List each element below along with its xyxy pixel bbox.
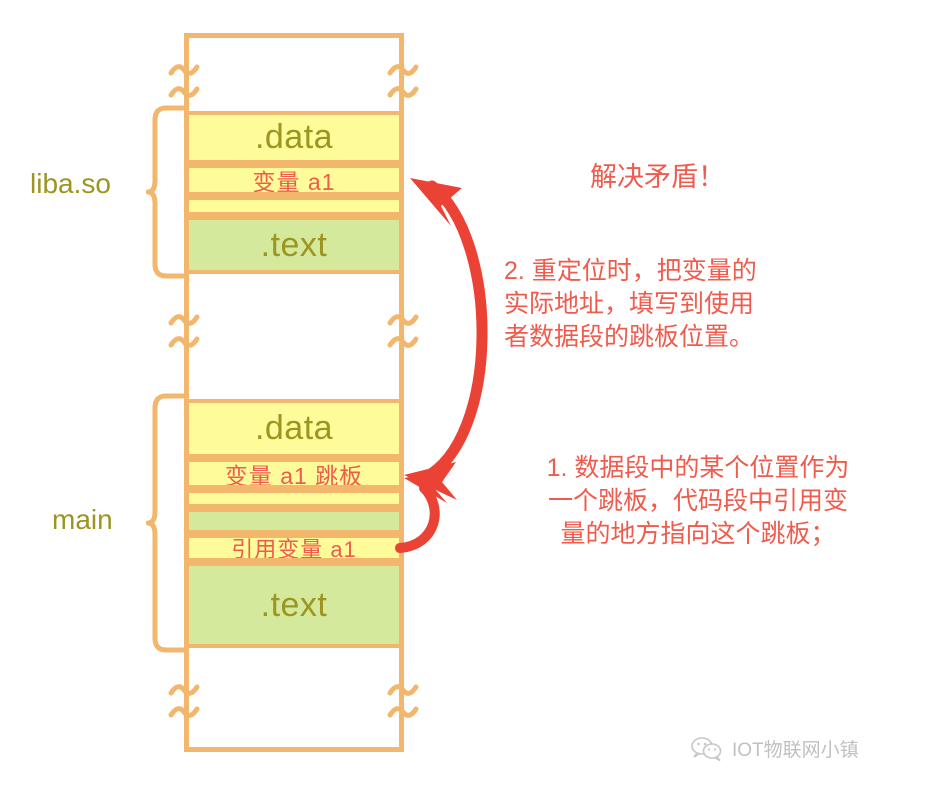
squiggle-break-icon xyxy=(387,64,419,98)
segment-main-trampoline: 变量 a1 跳板 xyxy=(189,458,399,489)
arrow-layer xyxy=(395,178,488,553)
squiggle-break-icon xyxy=(387,684,419,718)
module-label-main: main xyxy=(52,504,113,535)
squiggle-break-icon xyxy=(387,314,419,348)
segment-liba-data-label: .data xyxy=(254,118,334,156)
annotation-step-1: 1. 数据段中的某个位置作为 一个跳板，代码段中引用变 量的地方指向这个跳板； xyxy=(546,454,850,548)
segment-main-data-blank xyxy=(189,489,399,508)
segment-main-data-label: .data xyxy=(254,409,334,447)
curly-brace-icon xyxy=(146,105,188,279)
segment-liba-variable-a1-label: 变量 a1 xyxy=(252,169,336,195)
segment-liba-text: .text xyxy=(189,216,399,274)
curved-arrow-icon xyxy=(404,462,457,500)
wechat-icon xyxy=(691,736,722,761)
segment-main-trampoline-label: 变量 a1 跳板 xyxy=(224,462,364,489)
segment-main-data: .data xyxy=(189,399,399,458)
diagram-canvas: .data 变量 a1 .text .data 变量 a1 跳板 引用变量 a1… xyxy=(0,0,930,796)
segment-main-reference-label: 引用变量 a1 xyxy=(231,537,357,562)
squiggle-break-icon xyxy=(168,314,200,348)
segment-liba-data: .data xyxy=(189,111,399,164)
segment-main-text: .text xyxy=(189,562,399,648)
segment-liba-variable-a1: 变量 a1 xyxy=(189,164,399,196)
segment-main-text-blank xyxy=(189,508,399,534)
segment-main-text-label: .text xyxy=(260,585,328,624)
module-label-liba-so: liba.so xyxy=(30,168,111,199)
watermark: IOT物联网小镇 xyxy=(690,735,859,762)
watermark-text: IOT物联网小镇 xyxy=(732,740,859,761)
segment-main-reference: 引用变量 a1 xyxy=(189,534,399,562)
curved-arrow-icon xyxy=(395,470,448,553)
curly-brace-icon xyxy=(146,393,188,653)
squiggle-break-icon xyxy=(168,684,200,718)
segment-liba-text-label: .text xyxy=(260,225,328,264)
headline-text: 解决矛盾！ xyxy=(590,162,725,192)
annotation-step-2: 2. 重定位时，把变量的 实际地址，填写到使用 者数据段的跳板位置。 xyxy=(504,257,757,351)
segment-liba-data-blank xyxy=(189,196,399,216)
